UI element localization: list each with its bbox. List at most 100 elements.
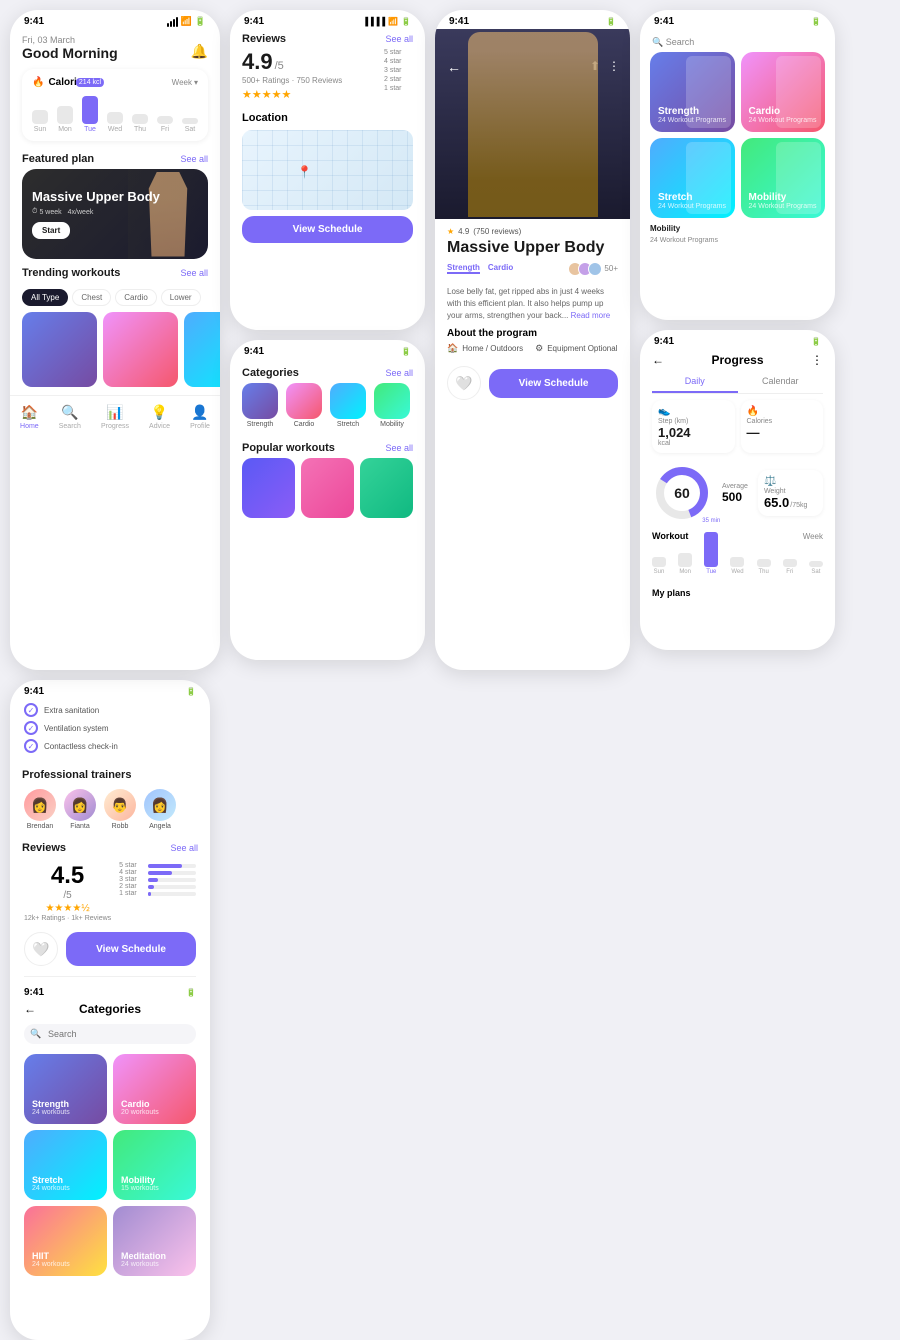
time-progress: 9:41 xyxy=(654,336,674,347)
rating-row-6-5: 5 star xyxy=(119,862,196,869)
workout-detail-content: ★ 4.9 (750 reviews) Massive Upper Body S… xyxy=(435,219,630,408)
bottom-nav: 🏠 Home 🔍 Search 📊 Progress 💡 Advice 👤 Pr… xyxy=(10,395,220,436)
trending-title: Trending workouts xyxy=(22,267,120,279)
view-schedule-button[interactable]: View Schedule xyxy=(242,216,413,243)
filter-tab-cardio[interactable]: Cardio xyxy=(115,289,157,306)
reviews-see-all[interactable]: See all xyxy=(385,34,413,44)
about-meta: 🏠 Home / Outdoors ⚙ Equipment Optional xyxy=(447,343,618,354)
trainer-fianta-avatar: 👩 xyxy=(64,789,96,821)
bar-sat: Sat xyxy=(809,561,823,575)
cat2-hiit[interactable]: HIIT 24 workouts xyxy=(24,1206,107,1276)
step-label: Step (km) xyxy=(658,418,729,425)
favorite-button-6[interactable]: 🤍 xyxy=(24,932,58,966)
progress-icon: 📊 xyxy=(106,404,123,421)
cat-icon-cardio[interactable]: Cardio xyxy=(286,383,322,428)
tab-calendar[interactable]: Calendar xyxy=(738,371,824,393)
cal-day-fri: Fri xyxy=(157,94,173,133)
filter-tab-lower[interactable]: Lower xyxy=(161,289,201,306)
cat-stretch-card[interactable]: Stretch 24 Workout Programs xyxy=(650,138,735,218)
popular-thumb-2[interactable] xyxy=(301,458,354,518)
back-icon-progress[interactable]: ← xyxy=(652,353,664,367)
bar-mon: Mon xyxy=(678,553,692,575)
calorie-stat: 🔥 Calories — xyxy=(741,400,824,453)
cat2-meditation[interactable]: Meditation 24 workouts xyxy=(113,1206,196,1276)
weight-label: Weight xyxy=(764,488,817,495)
cat-cardio-card[interactable]: Cardio 24 Workout Programs xyxy=(741,52,826,132)
read-more-link[interactable]: Read more xyxy=(571,311,611,320)
review-stars: ★★★★½ xyxy=(45,903,89,914)
workout-tags: Strength Cardio xyxy=(447,263,513,274)
cat-strength-card[interactable]: Strength 24 Workout Programs xyxy=(650,52,735,132)
donut-chart: 60 xyxy=(652,463,712,523)
featured-card[interactable]: Massive Upper Body ⏱ 5 week 4x/week Star… xyxy=(22,169,208,259)
cat2-mobility[interactable]: Mobility 15 workouts xyxy=(113,1130,196,1200)
panel5-stack: 9:41 🔋 🔍 Search Strength 24 Workout Prog… xyxy=(640,10,835,670)
nav-progress[interactable]: 📊 Progress xyxy=(101,404,129,430)
start-button[interactable]: Start xyxy=(32,222,70,239)
workout-tags-row: Strength Cardio 50+ xyxy=(447,257,618,280)
trending-header: Trending workouts See all xyxy=(10,259,220,283)
rating-left: 4.9 /5 500+ Ratings · 750 Reviews ★★★★★ xyxy=(242,49,342,104)
workout-cat-grid: Strength 24 Workout Programs Cardio 24 W… xyxy=(640,52,835,218)
cal-day-mon: Mon xyxy=(57,94,73,133)
wifi-icon: 📶 xyxy=(181,16,192,27)
cat2-strength[interactable]: Strength 24 workouts xyxy=(24,1054,107,1124)
popular-thumb-3[interactable] xyxy=(360,458,413,518)
view-schedule-button-6[interactable]: View Schedule xyxy=(66,932,196,966)
reviews-see-all-6[interactable]: See all xyxy=(170,843,198,853)
featured-see-all[interactable]: See all xyxy=(180,154,208,164)
trainer-brendan-avatar: 👩 xyxy=(24,789,56,821)
filter-tab-chest[interactable]: Chest xyxy=(72,289,111,306)
more-options-icon[interactable]: ⋮ xyxy=(608,59,620,73)
reviews-summary: 4.5 /5 ★★★★½ 12k+ Ratings · 1k+ Reviews … xyxy=(10,858,210,926)
cat-mobility-card[interactable]: Mobility 24 Workout Programs xyxy=(741,138,826,218)
nav-profile[interactable]: 👤 Profile xyxy=(190,404,210,430)
cat2-cardio[interactable]: Cardio 20 workouts xyxy=(113,1054,196,1124)
home-icon: 🏠 xyxy=(21,404,38,421)
tag-cardio[interactable]: Cardio xyxy=(488,263,513,274)
back-icon-cat[interactable]: ← xyxy=(24,1002,36,1016)
big-rating: 4.5 /5 ★★★★½ 12k+ Ratings · 1k+ Reviews xyxy=(24,862,111,922)
cat2-hiit-name: HIIT xyxy=(32,1251,99,1261)
filter-tab-all[interactable]: All Type xyxy=(22,289,68,306)
cat-icon-mobility[interactable]: Mobility xyxy=(374,383,410,428)
cat-see-all[interactable]: See all xyxy=(385,368,413,378)
week-selector[interactable]: Week ▾ xyxy=(172,78,198,87)
nav-home[interactable]: 🏠 Home xyxy=(20,404,39,430)
trainer-fianta: 👩 Fianta xyxy=(64,789,96,830)
cat2-stretch-count: 24 workouts xyxy=(32,1185,99,1192)
nav-search[interactable]: 🔍 Search xyxy=(59,404,81,430)
tag-strength[interactable]: Strength xyxy=(447,263,480,274)
cat2-strength-name: Strength xyxy=(32,1099,99,1109)
cat-icon-stretch[interactable]: Stretch xyxy=(330,383,366,428)
nav-home-label: Home xyxy=(20,423,39,430)
nav-profile-label: Profile xyxy=(190,423,210,430)
cat-extra: Mobility 24 Workout Programs xyxy=(640,218,835,244)
battery-icon: 🔋 xyxy=(195,16,206,27)
more-icon-progress[interactable]: ⋮ xyxy=(811,353,823,367)
search-input-cat[interactable] xyxy=(24,1024,196,1044)
view-schedule-button-detail[interactable]: View Schedule xyxy=(489,369,618,398)
popular-see-all[interactable]: See all xyxy=(385,443,413,453)
status-bar-6: 9:41 🔋 xyxy=(10,680,210,699)
cat-icons-row: Strength Cardio Stretch Mobility xyxy=(230,383,425,428)
favorite-button[interactable]: 🤍 xyxy=(447,366,481,400)
tab-daily[interactable]: Daily xyxy=(652,371,738,393)
battery-icon-4: 🔋 xyxy=(401,347,411,356)
notification-bell-icon[interactable]: 🔔 xyxy=(191,43,208,60)
check-contactless: ✓ Contactless check-in xyxy=(24,739,196,753)
trending-see-all[interactable]: See all xyxy=(180,268,208,278)
cat2-mobility-name: Mobility xyxy=(121,1175,188,1185)
time-3: 9:41 xyxy=(449,16,469,27)
cat2-stretch-name: Stretch xyxy=(32,1175,99,1185)
popular-thumb-1[interactable] xyxy=(242,458,295,518)
workout-thumb-3[interactable] xyxy=(184,312,220,387)
cat2-stretch[interactable]: Stretch 24 workouts xyxy=(24,1130,107,1200)
workout-thumb-2[interactable] xyxy=(103,312,178,387)
popular-title: Popular workouts xyxy=(242,442,335,454)
cat-icon-strength[interactable]: Strength xyxy=(242,383,278,428)
status-icons-2: ▐▐▐▐ 📶 🔋 xyxy=(362,17,411,26)
back-button[interactable]: ← xyxy=(447,59,461,75)
nav-advice[interactable]: 💡 Advice xyxy=(149,404,170,430)
workout-thumb-1[interactable] xyxy=(22,312,97,387)
